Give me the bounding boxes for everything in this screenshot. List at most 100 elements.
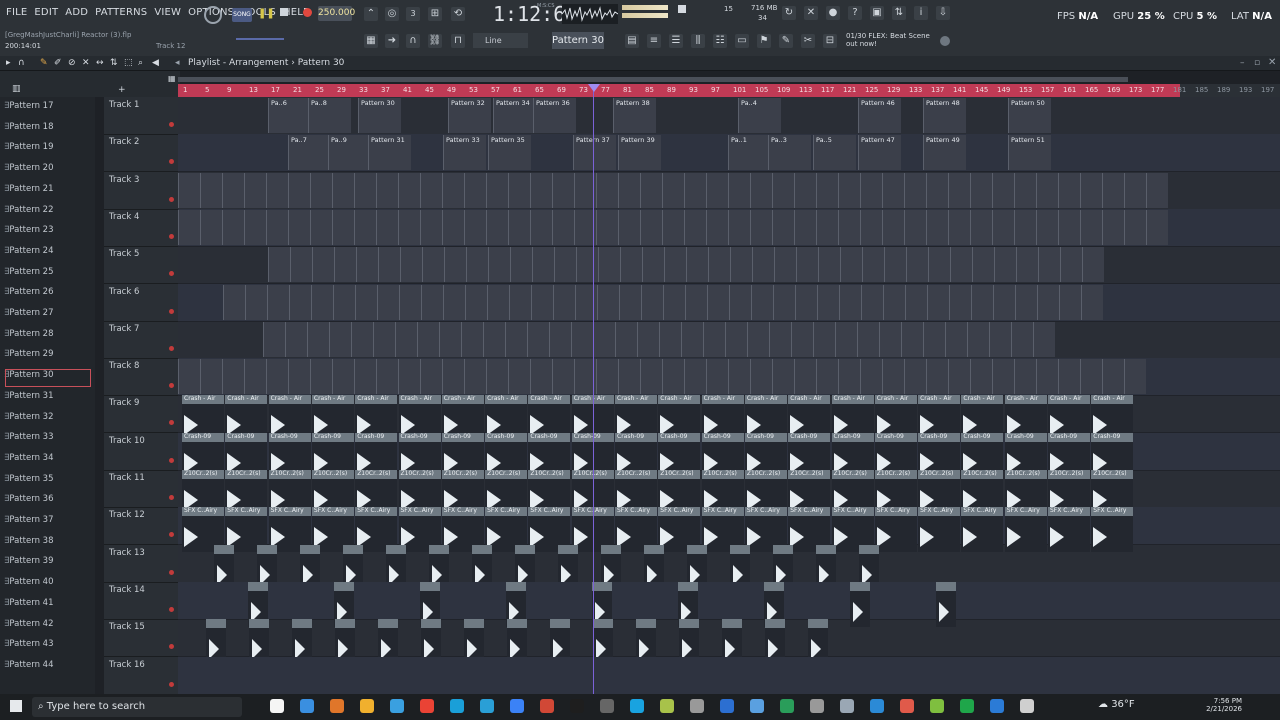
pattern-clip[interactable]: [378, 247, 400, 283]
pattern-clip[interactable]: [288, 359, 310, 395]
pattern-clip[interactable]: [681, 321, 703, 357]
pattern-clip[interactable]: [1014, 209, 1036, 245]
pattern-clip[interactable]: [816, 359, 838, 395]
recording-icon[interactable]: [204, 6, 222, 24]
pattern-clip[interactable]: [818, 247, 840, 283]
pattern-clip[interactable]: [549, 321, 571, 357]
pattern-clip[interactable]: [904, 359, 926, 395]
pattern-clip[interactable]: [244, 172, 266, 208]
pattern-clip[interactable]: [686, 247, 708, 283]
pattern-clip[interactable]: Pattern 38: [613, 98, 656, 133]
pattern-clip[interactable]: [597, 284, 619, 320]
pattern-clip[interactable]: [439, 321, 461, 357]
pattern-item[interactable]: ∃Pattern 40: [4, 575, 92, 595]
track-lane[interactable]: [178, 246, 1280, 285]
menu-edit[interactable]: EDIT: [34, 7, 58, 18]
pause-icon[interactable]: ❚❚: [258, 8, 275, 20]
pattern-clip[interactable]: [530, 209, 552, 245]
pattern-item[interactable]: ∃Pattern 17: [4, 99, 92, 119]
pattern-item[interactable]: ∃Pattern 31: [4, 389, 92, 409]
pattern-clip[interactable]: [1037, 284, 1059, 320]
pattern-clip[interactable]: [796, 247, 818, 283]
pattern-clip[interactable]: [200, 172, 222, 208]
pattern-clip[interactable]: [312, 247, 334, 283]
pattern-clip[interactable]: [532, 247, 554, 283]
pattern-clip[interactable]: [926, 359, 948, 395]
pattern-clip[interactable]: [354, 172, 376, 208]
pattern-clip[interactable]: [1080, 359, 1102, 395]
channel-rack-icon[interactable]: ≡: [647, 34, 661, 48]
pattern-clip[interactable]: [1146, 209, 1168, 245]
pattern-clip[interactable]: [398, 359, 420, 395]
pattern-clip[interactable]: [356, 247, 378, 283]
pattern-clip[interactable]: [552, 359, 574, 395]
pattern-clip[interactable]: [1038, 247, 1060, 283]
pattern-clip[interactable]: [351, 321, 373, 357]
pattern-clip[interactable]: [307, 321, 329, 357]
pattern-clip[interactable]: [1060, 247, 1082, 283]
pattern-clip[interactable]: [970, 172, 992, 208]
pattern-clip[interactable]: [398, 172, 420, 208]
pattern-item[interactable]: ∃Pattern 28: [4, 327, 92, 347]
pattern-item[interactable]: ∃Pattern 20: [4, 161, 92, 181]
pattern-clip[interactable]: [905, 284, 927, 320]
pattern-clip[interactable]: [332, 359, 354, 395]
pattern-clip[interactable]: Pattern 35: [488, 135, 531, 171]
pattern-clip[interactable]: [664, 247, 686, 283]
pattern-clip[interactable]: [443, 284, 465, 320]
pattern-clip[interactable]: [1124, 359, 1146, 395]
pattern-clip[interactable]: Pa..5: [813, 135, 856, 171]
pattern-clip[interactable]: [817, 284, 839, 320]
track-record-icon[interactable]: [169, 457, 174, 463]
pattern-clip[interactable]: [310, 172, 332, 208]
pattern-clip[interactable]: [487, 284, 509, 320]
taskbar-app-icon[interactable]: [690, 699, 704, 713]
pattern-clip[interactable]: [266, 359, 288, 395]
taskbar-app-icon[interactable]: [570, 699, 584, 713]
pattern-clip[interactable]: [531, 284, 553, 320]
pattern-clip[interactable]: [596, 359, 618, 395]
pattern-clip[interactable]: [816, 172, 838, 208]
track-header[interactable]: Track 5: [104, 246, 178, 285]
pattern-item[interactable]: ∃Pattern 43: [4, 637, 92, 657]
pattern-clip[interactable]: Pattern 30: [358, 98, 401, 133]
blend-notes-icon[interactable]: ⊞: [428, 7, 442, 21]
pattern-clip[interactable]: [222, 359, 244, 395]
pattern-clip[interactable]: [263, 321, 285, 357]
pattern-clip[interactable]: [769, 321, 791, 357]
pattern-clip[interactable]: [466, 247, 488, 283]
pattern-item[interactable]: ∃Pattern 37: [4, 513, 92, 533]
pattern-clip[interactable]: [948, 209, 970, 245]
pencil-icon[interactable]: ✎: [40, 58, 48, 68]
pattern-select[interactable]: Pattern 30: [552, 32, 604, 49]
track-header[interactable]: Track 16: [104, 657, 178, 695]
track-record-icon[interactable]: [169, 383, 174, 389]
pattern-clip[interactable]: [421, 284, 443, 320]
pattern-clip[interactable]: [971, 284, 993, 320]
pattern-clip[interactable]: [684, 172, 706, 208]
pattern-clip[interactable]: [1015, 284, 1037, 320]
track-lane[interactable]: Pa..6 Pa..8 Pattern 30 Pattern 32 Pattern 34…: [178, 97, 1280, 135]
pattern-clip[interactable]: [879, 321, 901, 357]
pattern-clip[interactable]: [461, 321, 483, 357]
pattern-clip[interactable]: [838, 359, 860, 395]
pattern-clip[interactable]: Pattern 33: [443, 135, 486, 171]
pattern-clip[interactable]: [816, 209, 838, 245]
microphone-icon[interactable]: ●: [826, 6, 840, 20]
pattern-clip[interactable]: [267, 284, 289, 320]
pattern-clip[interactable]: [945, 321, 967, 357]
pattern-clip[interactable]: [928, 247, 950, 283]
pattern-clip[interactable]: [417, 321, 439, 357]
pattern-clip[interactable]: [290, 247, 312, 283]
pattern-clip[interactable]: [244, 209, 266, 245]
pattern-clip[interactable]: [420, 172, 442, 208]
pattern-clip[interactable]: [1058, 172, 1080, 208]
pattern-clip[interactable]: [948, 359, 970, 395]
pattern-item[interactable]: ∃Pattern 23: [4, 223, 92, 243]
pattern-clip[interactable]: [596, 172, 618, 208]
pattern-clip[interactable]: Pattern 39: [618, 135, 661, 171]
loop-record-icon[interactable]: ⟲: [451, 7, 465, 21]
pattern-clip[interactable]: [970, 359, 992, 395]
pattern-clip[interactable]: [706, 359, 728, 395]
track-header[interactable]: Track 15: [104, 619, 178, 658]
